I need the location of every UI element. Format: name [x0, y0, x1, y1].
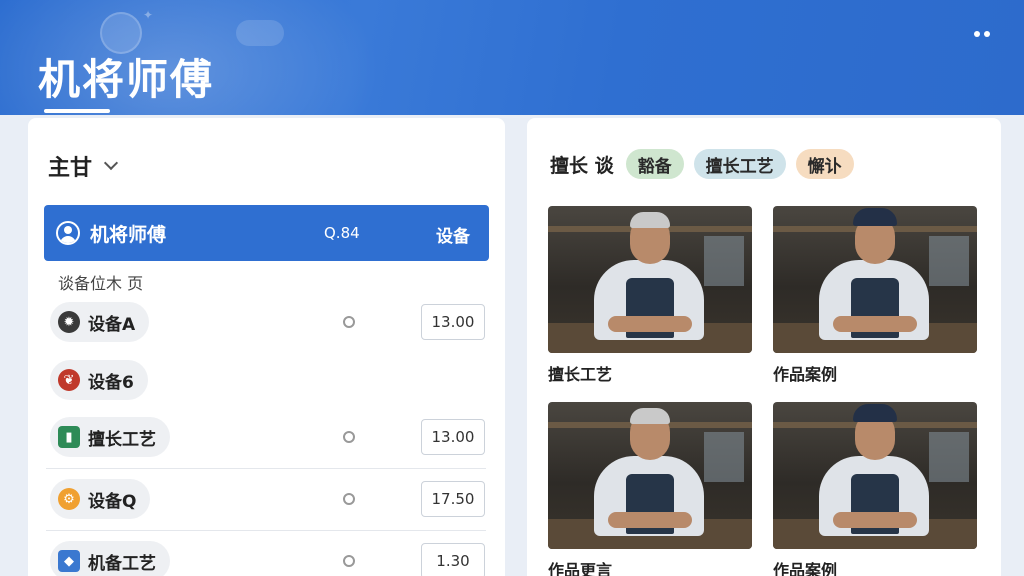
card-label: 擅长工艺 — [548, 365, 613, 384]
item-label: 擅长工艺 — [88, 429, 156, 450]
cylinder-icon: ▮ — [58, 426, 80, 448]
craftsman-photo[interactable] — [773, 402, 977, 549]
user-icon — [56, 221, 80, 245]
portfolio-card[interactable]: 擅长工艺 — [548, 206, 752, 385]
item-value[interactable]: 17.50 — [421, 481, 485, 517]
item-radio[interactable] — [343, 316, 355, 328]
item-value[interactable]: 1.30 — [421, 543, 485, 576]
item-label: 设备A — [88, 314, 136, 335]
list-item[interactable]: ⚙ 设备Q 17.50 — [28, 475, 505, 525]
card-label: 作品更言 — [548, 561, 613, 576]
portfolio-card[interactable]: 作品案例 — [773, 206, 977, 385]
selected-master-row[interactable]: 机将师傅 Q.84 设备 — [44, 205, 489, 261]
tag-pill[interactable]: 豁备 — [625, 149, 684, 179]
list-item[interactable]: ✹ 设备A 13.00 — [28, 298, 505, 348]
gear-star-icon: ✹ — [58, 311, 80, 333]
item-chip[interactable]: ⚙ 设备Q — [50, 479, 151, 519]
tag-icon: ◆ — [58, 550, 80, 572]
pill-decoration — [236, 20, 284, 46]
item-label: 设备6 — [88, 372, 134, 393]
item-label: 设备Q — [88, 491, 137, 512]
more-menu-icon[interactable] — [968, 24, 996, 44]
craftsman-photo[interactable] — [548, 402, 752, 549]
tag-pill[interactable]: 擅长工艺 — [693, 149, 786, 179]
machine-icon: ⚙ — [58, 488, 80, 510]
divider — [46, 468, 486, 469]
divider — [46, 530, 486, 531]
list-item[interactable]: ❦ 设备6 — [28, 356, 505, 406]
master-meta: Q.84 — [324, 224, 360, 242]
portfolio-card[interactable]: 作品更言 — [548, 402, 752, 576]
craftsman-photo[interactable] — [773, 206, 977, 353]
equipment-panel: 主甘 机将师傅 Q.84 设备 谈备位木 页 ✹ 设备A 13.00 ❦ 设备6… — [28, 118, 505, 576]
profile-panel: 擅长 谈 豁备 擅长工艺 懈讣 擅长工艺 作品案例 作品更言 作品案例 — [527, 118, 1001, 576]
portfolio-card[interactable]: 作品案例 — [773, 402, 977, 576]
list-item[interactable]: ▮ 擅长工艺 13.00 — [28, 413, 505, 463]
sub-label: 谈备位木 页 — [58, 274, 144, 293]
specialty-header: 擅长 谈 豁备 擅长工艺 懈讣 — [550, 149, 854, 179]
plant-icon: ❦ — [58, 369, 80, 391]
card-label: 作品案例 — [773, 561, 838, 576]
item-chip[interactable]: ❦ 设备6 — [50, 360, 148, 400]
item-value[interactable]: 13.00 — [421, 419, 485, 455]
chevron-down-icon[interactable] — [103, 155, 119, 171]
list-item[interactable]: ◆ 机备工艺 1.30 — [28, 537, 505, 576]
title-underline — [44, 109, 110, 113]
tag-pill[interactable]: 懈讣 — [795, 149, 854, 179]
specialty-label: 擅长 谈 — [550, 154, 614, 177]
section-selector[interactable]: 主甘 — [48, 150, 119, 182]
item-chip[interactable]: ✹ 设备A — [50, 302, 150, 342]
item-radio[interactable] — [343, 493, 355, 505]
item-radio[interactable] — [343, 555, 355, 567]
section-title: 主甘 — [48, 156, 93, 181]
craftsman-photo[interactable] — [548, 206, 752, 353]
item-radio[interactable] — [343, 431, 355, 443]
item-chip[interactable]: ◆ 机备工艺 — [50, 541, 170, 576]
item-label: 机备工艺 — [88, 553, 156, 574]
item-chip[interactable]: ▮ 擅长工艺 — [50, 417, 170, 457]
card-label: 作品案例 — [773, 365, 838, 384]
sparkle-icon: ✦ — [143, 8, 154, 22]
item-value[interactable]: 13.00 — [421, 304, 485, 340]
app-title: 机将师傅 — [38, 55, 215, 104]
master-name: 机将师傅 — [90, 224, 167, 246]
app-header: ✦ 机将师傅 — [0, 0, 1024, 115]
master-tag: 设备 — [436, 227, 470, 247]
